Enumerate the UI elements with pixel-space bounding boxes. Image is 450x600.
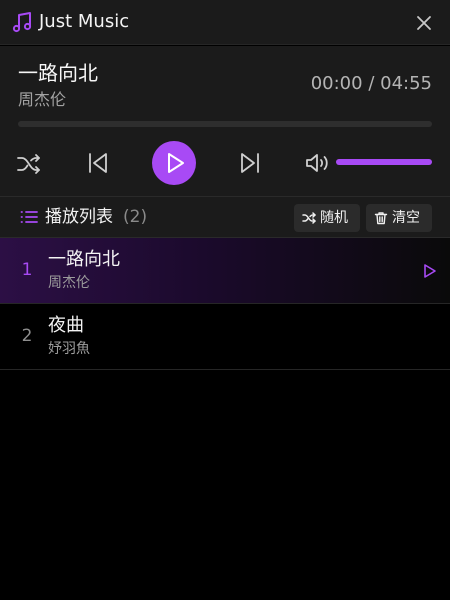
playlist-item[interactable]: 2 夜曲 妤羽魚 [0, 304, 450, 370]
music-note-icon [12, 12, 32, 33]
now-playing-panel: 一路向北 周杰伦 00:00 / 04:55 [0, 46, 450, 196]
shuffle-icon [302, 212, 316, 224]
play-icon [168, 153, 184, 173]
play-icon[interactable] [422, 262, 438, 280]
track-artist: 周杰伦 [48, 275, 90, 291]
now-playing-title: 一路向北 [18, 61, 98, 85]
playlist-header: 播放列表 (2) 随机 清空 [0, 196, 450, 238]
title-bar: Just Music [0, 0, 450, 45]
trash-icon [374, 212, 388, 225]
time-display: 00:00 / 04:55 [311, 72, 432, 96]
current-time: 00:00 [310, 73, 363, 94]
time-separator: / [368, 73, 375, 94]
track-title: 夜曲 [48, 315, 84, 336]
volume-fill [336, 159, 432, 165]
track-artist: 妤羽魚 [48, 341, 90, 357]
clear-button[interactable]: 清空 [366, 204, 432, 232]
random-button[interactable]: 随机 [294, 204, 360, 232]
track-number: 1 [21, 260, 33, 280]
shuffle-button[interactable] [16, 151, 42, 177]
clear-label: 清空 [392, 210, 420, 226]
random-label: 随机 [320, 210, 348, 226]
now-playing-artist: 周杰伦 [18, 90, 67, 109]
volume-icon[interactable] [304, 150, 332, 176]
playlist-count: (2) [123, 207, 148, 227]
progress-bar[interactable] [18, 121, 432, 127]
playlist-item[interactable]: 1 一路向北 周杰伦 [0, 238, 450, 304]
next-button[interactable] [238, 150, 262, 176]
track-number: 2 [21, 326, 33, 346]
close-button[interactable] [412, 11, 436, 35]
play-button[interactable] [152, 141, 196, 185]
volume-slider[interactable] [336, 159, 432, 165]
track-title: 一路向北 [48, 249, 120, 270]
app-title: Just Music [39, 11, 130, 32]
list-icon [20, 211, 38, 223]
previous-button[interactable] [86, 150, 110, 176]
playlist-title: 播放列表 [45, 207, 113, 227]
total-time: 04:55 [380, 73, 432, 94]
